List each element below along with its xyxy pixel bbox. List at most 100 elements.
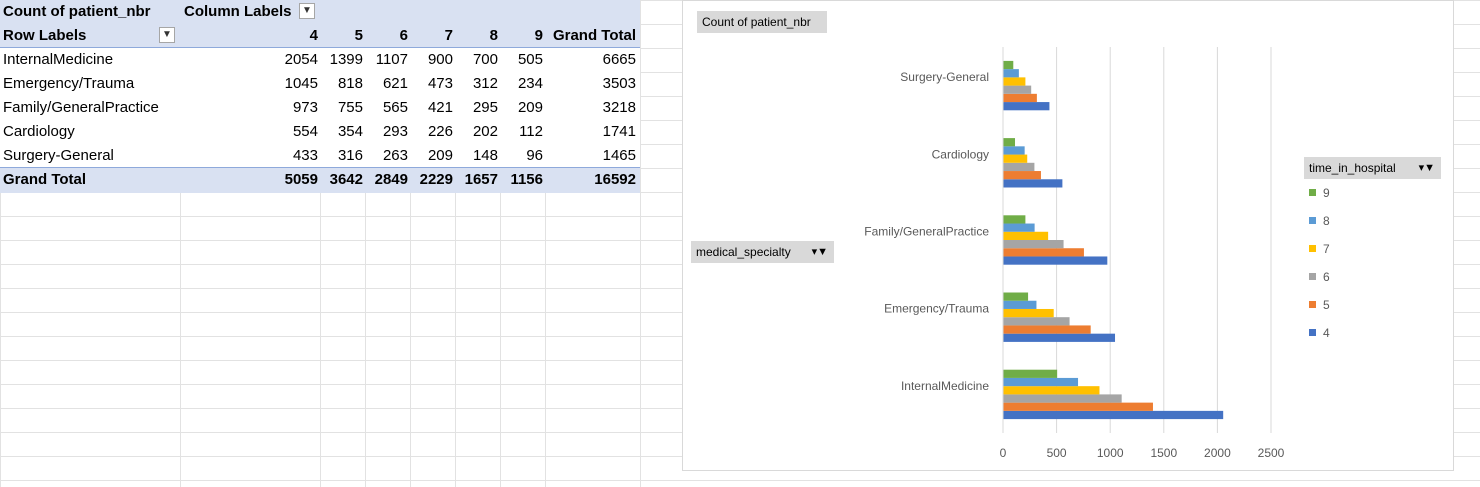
grand-total-cell[interactable]: 5059 [180,168,320,192]
bar [1003,85,1032,94]
legend-field-button[interactable]: time_in_hospital ▾▼ [1304,157,1441,179]
bar [1003,248,1084,257]
axis-field-button[interactable]: medical_specialty ▾▼ [691,241,834,263]
column-labels-filter-icon[interactable]: ▼ [299,3,315,19]
legend-label: 6 [1323,270,1330,284]
value-cell[interactable]: 621 [365,72,410,96]
x-tick-label: 2500 [1258,446,1285,460]
pivot-data-row: Family/GeneralPractice 973 755 565 421 2… [0,96,640,120]
value-cell[interactable]: 554 [180,120,320,144]
legend-label: 7 [1323,242,1330,256]
legend-swatch [1309,217,1316,224]
grand-total-cell[interactable]: 2229 [410,168,455,192]
row-labels-header[interactable]: Row Labels [3,24,153,48]
bar [1003,308,1054,318]
bar [1003,369,1058,378]
value-cell[interactable]: 112 [500,120,545,144]
pivot-data-row: InternalMedicine 2054 1399 1107 900 700 … [0,48,640,72]
bar [1003,317,1070,326]
bar [1003,394,1122,403]
column-header: 4 [309,27,318,44]
value-cell[interactable]: 312 [455,72,500,96]
pivot-data-row: Cardiology 554 354 293 226 202 112 1741 [0,120,640,144]
pivot-chart[interactable]: 0 500 1000 1500 2000 2500 InternalMedicine Emer… [682,0,1454,471]
column-header: 5 [354,27,363,44]
value-cell[interactable]: 1107 [365,48,410,72]
legend-swatch [1309,329,1316,336]
row-grand-total-cell[interactable]: 1741 [545,120,640,144]
row-label[interactable]: Family/GeneralPractice [3,96,178,120]
grand-total-cell[interactable]: 1657 [455,168,500,192]
column-header: 7 [444,27,453,44]
grand-total-cell[interactable]: 2849 [365,168,410,192]
value-cell[interactable]: 234 [500,72,545,96]
value-cell[interactable]: 209 [410,144,455,168]
value-cell[interactable]: 226 [410,120,455,144]
x-tick-label: 1500 [1150,446,1177,460]
column-header: 8 [489,27,498,44]
row-grand-total-cell[interactable]: 6665 [545,48,640,72]
bar [1003,325,1091,334]
value-cell[interactable]: 473 [410,72,455,96]
bar [1003,223,1035,232]
row-label[interactable]: Emergency/Trauma [3,72,178,96]
grand-total-overall-cell[interactable]: 16592 [545,168,640,192]
x-tick-label: 0 [1000,446,1007,460]
value-cell[interactable]: 2054 [180,48,320,72]
x-tick-label: 1000 [1097,446,1124,460]
bar [1003,146,1025,155]
column-divider [640,0,641,487]
row-label[interactable]: Cardiology [3,120,178,144]
row-grand-total-cell[interactable]: 1465 [545,144,640,168]
value-cell[interactable]: 818 [320,72,365,96]
value-cell[interactable]: 263 [365,144,410,168]
grand-total-cell[interactable]: 3642 [320,168,365,192]
row-grand-total-cell[interactable]: 3218 [545,96,640,120]
value-cell[interactable]: 755 [320,96,365,120]
value-field-button[interactable]: Count of patient_nbr [697,11,827,33]
grand-total-label[interactable]: Grand Total [3,168,178,192]
value-cell[interactable]: 900 [410,48,455,72]
value-cell[interactable]: 96 [500,144,545,168]
value-cell[interactable]: 700 [455,48,500,72]
value-cell[interactable]: 1399 [320,48,365,72]
bar [1003,60,1014,70]
value-cell[interactable]: 354 [320,120,365,144]
value-cell[interactable]: 973 [180,96,320,120]
bar [1003,215,1026,224]
filter-dropdown-icon: ▾▼ [811,246,828,258]
value-cell[interactable]: 421 [410,96,455,120]
pivot-value-field-label[interactable]: Count of patient_nbr [3,0,178,24]
value-cell[interactable]: 433 [180,144,320,168]
bar [1003,410,1224,420]
value-cell[interactable]: 209 [500,96,545,120]
bar [1003,256,1108,265]
bar [1003,69,1019,78]
value-cell[interactable]: 295 [455,96,500,120]
row-labels-filter-icon[interactable]: ▼ [159,27,175,43]
value-cell[interactable]: 565 [365,96,410,120]
bar [1003,77,1026,86]
x-tick-label: 2000 [1204,446,1231,460]
row-label[interactable]: InternalMedicine [3,48,178,72]
column-header: 6 [399,27,408,44]
value-cell[interactable]: 505 [500,48,545,72]
row-grand-total-cell[interactable]: 3503 [545,72,640,96]
column-header: 9 [534,27,543,44]
grand-total-cell[interactable]: 1156 [500,168,545,192]
value-cell[interactable]: 316 [320,144,365,168]
category-label: InternalMedicine [901,379,989,393]
bar [1003,102,1050,111]
category-label: Surgery-General [900,70,989,84]
bar [1003,162,1035,172]
value-cell[interactable]: 1045 [180,72,320,96]
value-cell[interactable]: 293 [365,120,410,144]
legend-swatch [1309,245,1316,252]
value-cell[interactable]: 202 [455,120,500,144]
column-labels-header[interactable]: Column Labels [184,0,304,24]
value-cell[interactable]: 148 [455,144,500,168]
legend-label: 5 [1323,298,1330,312]
row-label[interactable]: Surgery-General [3,144,178,168]
legend-label: 4 [1323,326,1330,340]
value-field-label: Count of patient_nbr [702,15,811,29]
